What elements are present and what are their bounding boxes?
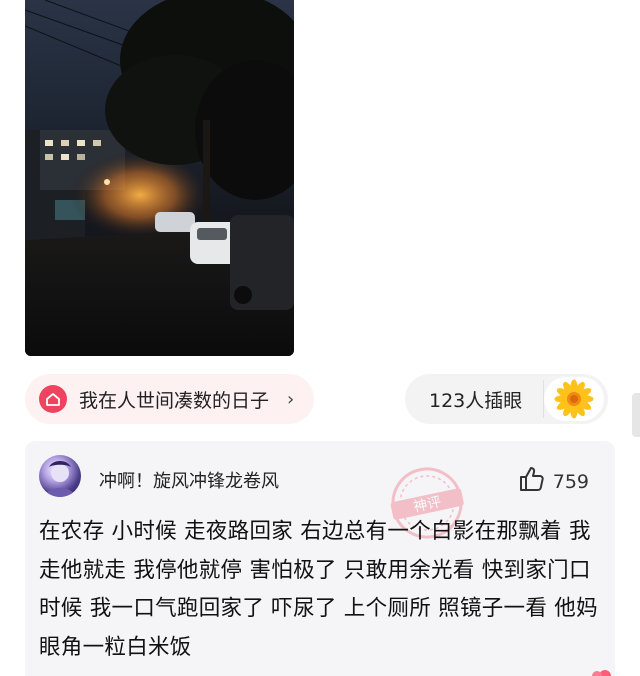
reaction-count: 123人插眼 (429, 389, 523, 412)
flower-icon (592, 670, 611, 676)
comment-username[interactable]: 冲啊！旋风冲锋龙卷风 (99, 467, 279, 493)
comment-text: 在农存 小时候 走夜路回家 右边总有一个白影在那飘着 我走他就走 我停他就停 害… (39, 519, 598, 660)
chevron-right-icon: › (287, 388, 295, 410)
avatar[interactable] (39, 455, 81, 497)
sunflower-icon[interactable] (544, 377, 604, 421)
topic-label: 我在人世间凑数的日子 (79, 389, 270, 412)
thumbs-up-icon (517, 465, 545, 498)
like-count: 759 (552, 470, 589, 493)
home-icon (39, 385, 67, 413)
post-photo[interactable] (25, 0, 294, 356)
scroll-indicator[interactable] (632, 393, 640, 437)
comment-card[interactable]: 冲啊！旋风冲锋龙卷风 神评 759 在农存 小时候 走夜路回家 右边总有一个白影… (25, 441, 615, 676)
like-button[interactable]: 759 (517, 465, 589, 498)
topic-link[interactable]: 我在人世间凑数的日子 › (25, 374, 315, 424)
reaction-button[interactable]: 123人插眼 (405, 374, 608, 424)
